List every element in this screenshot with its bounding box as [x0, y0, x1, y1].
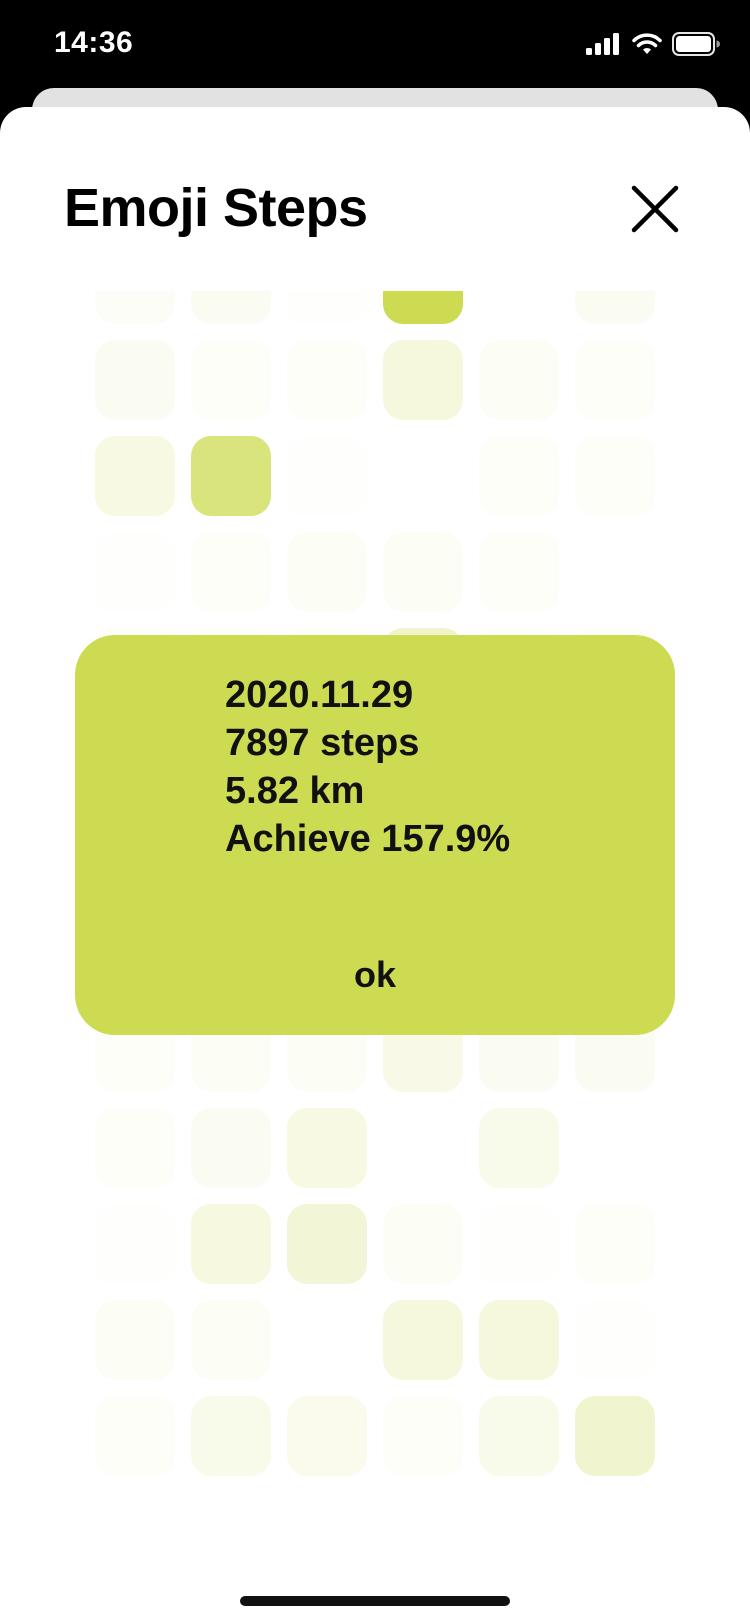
day-cell[interactable]: [95, 1108, 175, 1188]
detail-date: 2020.11.29: [225, 674, 414, 716]
day-cell[interactable]: [191, 1108, 271, 1188]
day-cell[interactable]: [575, 532, 655, 612]
day-cell[interactable]: [575, 1204, 655, 1284]
day-cell[interactable]: [191, 532, 271, 612]
cellular-signal-icon: [586, 33, 619, 55]
day-cell[interactable]: [575, 436, 655, 516]
day-cell[interactable]: [575, 291, 655, 324]
day-cell[interactable]: [479, 532, 559, 612]
day-cell[interactable]: [383, 532, 463, 612]
page-title: Emoji Steps: [64, 178, 368, 238]
day-cell[interactable]: [287, 532, 367, 612]
day-cell[interactable]: [479, 291, 559, 324]
close-icon: [631, 185, 679, 233]
day-cell[interactable]: [287, 436, 367, 516]
day-cell[interactable]: [95, 532, 175, 612]
day-cell[interactable]: [191, 1300, 271, 1380]
home-indicator: [240, 1596, 510, 1606]
day-cell[interactable]: [479, 340, 559, 420]
battery-icon: [672, 32, 720, 56]
day-cell[interactable]: [95, 291, 175, 324]
status-time: 14:36: [54, 26, 134, 59]
day-cell[interactable]: [575, 340, 655, 420]
day-cell[interactable]: [191, 340, 271, 420]
day-cell[interactable]: [95, 1396, 175, 1476]
day-detail-dialog: 2020.11.29 7897 steps 5.82 km Achieve 15…: [75, 635, 675, 1035]
day-cell[interactable]: [575, 1300, 655, 1380]
day-cell[interactable]: [383, 436, 463, 516]
day-cell[interactable]: [191, 1204, 271, 1284]
day-cell[interactable]: [383, 340, 463, 420]
day-cell[interactable]: [287, 1108, 367, 1188]
status-bar: 14:36: [0, 0, 750, 88]
day-cell[interactable]: [575, 1396, 655, 1476]
day-cell[interactable]: [287, 291, 367, 324]
close-button[interactable]: [630, 184, 680, 234]
day-cell[interactable]: [287, 1300, 367, 1380]
ok-button[interactable]: ok: [75, 945, 675, 1005]
day-cell[interactable]: [575, 1108, 655, 1188]
day-cell[interactable]: [287, 1396, 367, 1476]
detail-achieve: Achieve 157.9%: [225, 818, 511, 860]
day-cell[interactable]: [95, 436, 175, 516]
day-cell[interactable]: [95, 1300, 175, 1380]
day-cell[interactable]: [287, 1204, 367, 1284]
day-cell[interactable]: [383, 1396, 463, 1476]
day-cell[interactable]: [383, 1108, 463, 1188]
day-cell[interactable]: [287, 340, 367, 420]
day-detail-text: 2020.11.29 7897 steps 5.82 km Achieve 15…: [225, 671, 510, 863]
detail-steps: 7897 steps: [225, 722, 420, 764]
day-cell[interactable]: [383, 1204, 463, 1284]
day-cell[interactable]: [479, 436, 559, 516]
day-cell[interactable]: [191, 436, 271, 516]
day-cell[interactable]: [479, 1396, 559, 1476]
day-cell[interactable]: [383, 291, 463, 324]
wifi-icon: [632, 33, 662, 54]
day-cell[interactable]: [383, 1300, 463, 1380]
detail-distance: 5.82 km: [225, 770, 365, 812]
day-cell[interactable]: [95, 340, 175, 420]
day-cell[interactable]: [191, 291, 271, 324]
day-cell[interactable]: [191, 1396, 271, 1476]
day-cell[interactable]: [479, 1300, 559, 1380]
day-cell[interactable]: [95, 1204, 175, 1284]
day-cell[interactable]: [479, 1108, 559, 1188]
day-cell[interactable]: [479, 1204, 559, 1284]
status-icons: [586, 32, 720, 56]
